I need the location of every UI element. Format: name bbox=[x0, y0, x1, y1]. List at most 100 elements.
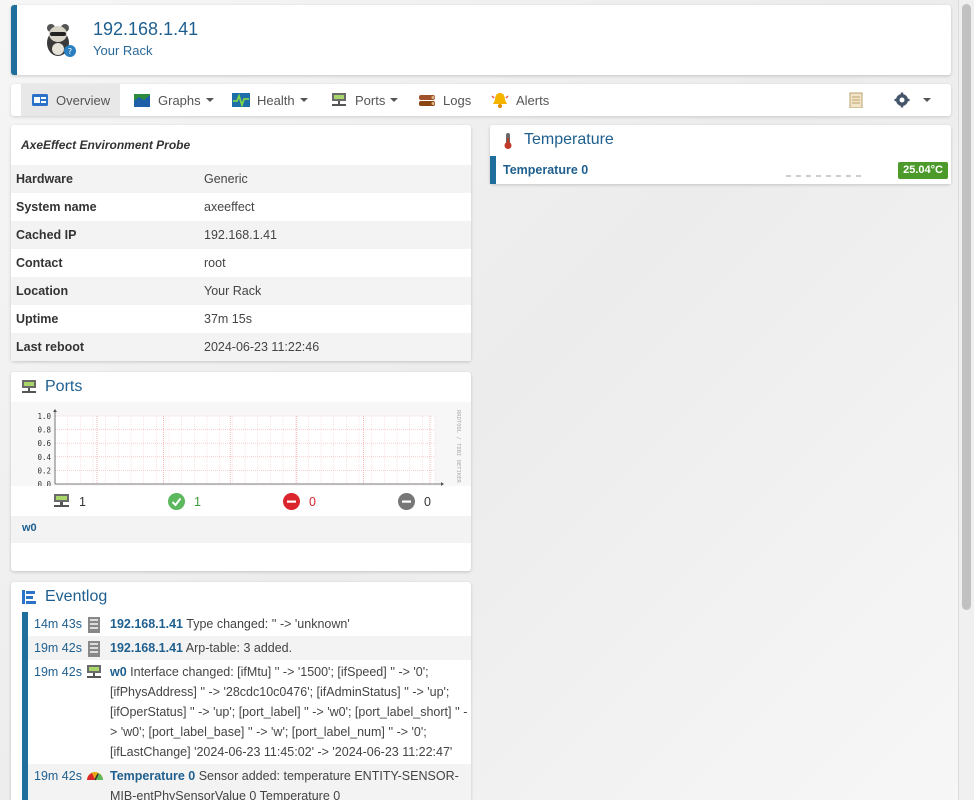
server-icon bbox=[86, 614, 110, 634]
overview-row: Cached IP 192.168.1.41 bbox=[11, 221, 471, 249]
tab-logs-label: Logs bbox=[443, 92, 472, 108]
overview-value: Generic bbox=[204, 172, 248, 186]
svg-text:?: ? bbox=[68, 47, 72, 56]
overview-row: Contact root bbox=[11, 249, 471, 277]
ports-traffic-graph[interactable]: 1.00.80.60.40.20.0Sat 16:00Sat 20:00Sun … bbox=[11, 402, 471, 495]
eventlog-row: 19m 42s Temperature 0 Sensor added: tempe… bbox=[28, 764, 471, 800]
event-entity-link[interactable]: Temperature 0 bbox=[110, 769, 195, 783]
graphs-icon bbox=[133, 92, 151, 108]
ports-stats-row: 1 1 0 0 bbox=[11, 486, 471, 516]
event-entity-link[interactable]: w0 bbox=[110, 665, 127, 679]
thermometer-icon bbox=[500, 132, 516, 149]
gear-icon bbox=[893, 92, 911, 108]
y-axis-arrow bbox=[53, 409, 57, 412]
eventlog-panel: Eventlog 14m 43s 192.168.1.41 Type change… bbox=[11, 582, 471, 800]
overview-key: System name bbox=[16, 200, 97, 214]
overview-icon bbox=[31, 92, 49, 108]
tab-logs[interactable]: Logs bbox=[418, 84, 471, 116]
eventlog-row: 14m 43s 192.168.1.41 Type changed: '' -> … bbox=[28, 612, 471, 636]
y-tick-label: 0.4 bbox=[37, 453, 51, 462]
logs-icon bbox=[418, 92, 436, 108]
ports-total-stat[interactable]: 1 bbox=[53, 493, 86, 510]
ports-icon bbox=[330, 92, 348, 108]
temperature-panel: Temperature Temperature 0 25.04°C bbox=[490, 125, 951, 184]
overview-row: Location Your Rack bbox=[11, 277, 471, 305]
sensor-sparkline bbox=[786, 175, 861, 177]
eventlog-list: 14m 43s 192.168.1.41 Type changed: '' -> … bbox=[22, 612, 471, 800]
overview-value: axeeffect bbox=[204, 200, 255, 214]
event-message: 192.168.1.41 Arp-table: 3 added. bbox=[110, 638, 471, 658]
scrollbar-thumb[interactable] bbox=[962, 4, 971, 610]
chevron-down-icon bbox=[390, 98, 399, 102]
chevron-down-icon bbox=[923, 98, 931, 102]
overview-key: Contact bbox=[16, 256, 63, 270]
ports-title-label: Ports bbox=[45, 378, 83, 395]
chevron-down-icon bbox=[299, 98, 308, 102]
minus-circle-icon bbox=[398, 493, 415, 510]
device-logo-icon: ? bbox=[43, 21, 77, 59]
tab-health[interactable]: Health bbox=[232, 84, 308, 116]
overview-row: Hardware Generic bbox=[11, 165, 471, 193]
event-entity-link[interactable]: 192.168.1.41 bbox=[110, 641, 183, 655]
tab-alerts[interactable]: Alerts bbox=[491, 84, 549, 116]
y-tick-label: 0.2 bbox=[37, 466, 51, 475]
overview-value: 37m 15s bbox=[204, 312, 252, 326]
y-tick-label: 0.8 bbox=[37, 426, 51, 435]
tab-graphs-label: Graphs bbox=[158, 92, 201, 108]
eventlog-icon bbox=[21, 589, 37, 605]
overview-key: Last reboot bbox=[16, 340, 85, 354]
ports-disabled-count: 0 bbox=[424, 494, 431, 509]
overview-value: 192.168.1.41 bbox=[204, 228, 277, 242]
ports-list: w0 bbox=[11, 516, 471, 543]
overview-value: Your Rack bbox=[204, 284, 262, 298]
network-port-icon bbox=[86, 662, 110, 762]
event-time: 19m 42s bbox=[34, 641, 82, 655]
sensor-value-badge: 25.04°C bbox=[898, 162, 948, 179]
event-time: 19m 42s bbox=[34, 665, 82, 679]
page: ? 192.168.1.41 Your Rack Overview Graphs… bbox=[0, 0, 958, 800]
ports-panel-title[interactable]: Ports bbox=[11, 372, 471, 402]
tab-graphs[interactable]: Graphs bbox=[133, 84, 214, 116]
tab-ports[interactable]: Ports bbox=[330, 84, 399, 116]
eventlog-row: 19m 42s w0 Interface changed: [ifMtu] '' … bbox=[28, 660, 471, 764]
tab-overview-label: Overview bbox=[56, 92, 111, 108]
chart-side-label: RRDTOOL / TOBI OETIKER bbox=[455, 410, 461, 484]
port-link-w0[interactable]: w0 bbox=[22, 522, 37, 534]
device-settings-button[interactable] bbox=[893, 84, 931, 116]
vertical-scrollbar[interactable] bbox=[958, 0, 974, 800]
event-entity-link[interactable]: 192.168.1.41 bbox=[110, 617, 183, 631]
ports-down-stat[interactable]: 0 bbox=[283, 493, 316, 510]
sensor-name[interactable]: Temperature 0 bbox=[503, 163, 588, 177]
ports-up-count: 1 bbox=[194, 494, 201, 509]
chevron-down-icon bbox=[205, 98, 214, 102]
tab-overview[interactable]: Overview bbox=[21, 84, 121, 116]
eventlog-title-label: Eventlog bbox=[45, 588, 108, 605]
notes-button[interactable] bbox=[847, 84, 865, 116]
device-hostname[interactable]: 192.168.1.41 bbox=[93, 19, 198, 40]
temperature-title-label: Temperature bbox=[524, 131, 614, 148]
overview-table: Hardware Generic System name axeeffect Cache… bbox=[11, 165, 471, 361]
sensor-row[interactable]: Temperature 0 25.04°C bbox=[490, 156, 951, 184]
event-time: 19m 42s bbox=[34, 769, 82, 783]
network-port-icon bbox=[21, 379, 37, 395]
event-text: Arp-table: 3 added. bbox=[183, 641, 293, 655]
overview-key: Location bbox=[16, 284, 69, 298]
ports-up-stat[interactable]: 1 bbox=[168, 493, 201, 510]
event-message: 192.168.1.41 Type changed: '' -> 'unknow… bbox=[110, 614, 471, 634]
temperature-panel-title[interactable]: Temperature bbox=[490, 125, 951, 155]
overview-key: Cached IP bbox=[16, 228, 77, 242]
overview-panel: AxeEffect Environment Probe Hardware Gene… bbox=[11, 125, 471, 361]
server-icon bbox=[86, 638, 110, 658]
ports-disabled-stat[interactable]: 0 bbox=[398, 493, 431, 510]
overview-key: Hardware bbox=[16, 172, 73, 186]
tab-ports-label: Ports bbox=[355, 92, 386, 108]
event-time: 14m 43s bbox=[34, 617, 82, 631]
traffic-chart: 1.00.80.60.40.20.0Sat 16:00Sat 20:00Sun … bbox=[37, 409, 461, 495]
notes-icon bbox=[847, 92, 865, 109]
check-circle-icon bbox=[168, 493, 185, 510]
overview-row: Last reboot 2024-06-23 11:22:46 bbox=[11, 333, 471, 361]
tab-health-label: Health bbox=[257, 92, 295, 108]
event-text: Type changed: '' -> 'unknown' bbox=[183, 617, 350, 631]
event-text: Interface changed: [ifMtu] '' -> '1500';… bbox=[110, 665, 468, 759]
eventlog-panel-title[interactable]: Eventlog bbox=[11, 582, 471, 612]
